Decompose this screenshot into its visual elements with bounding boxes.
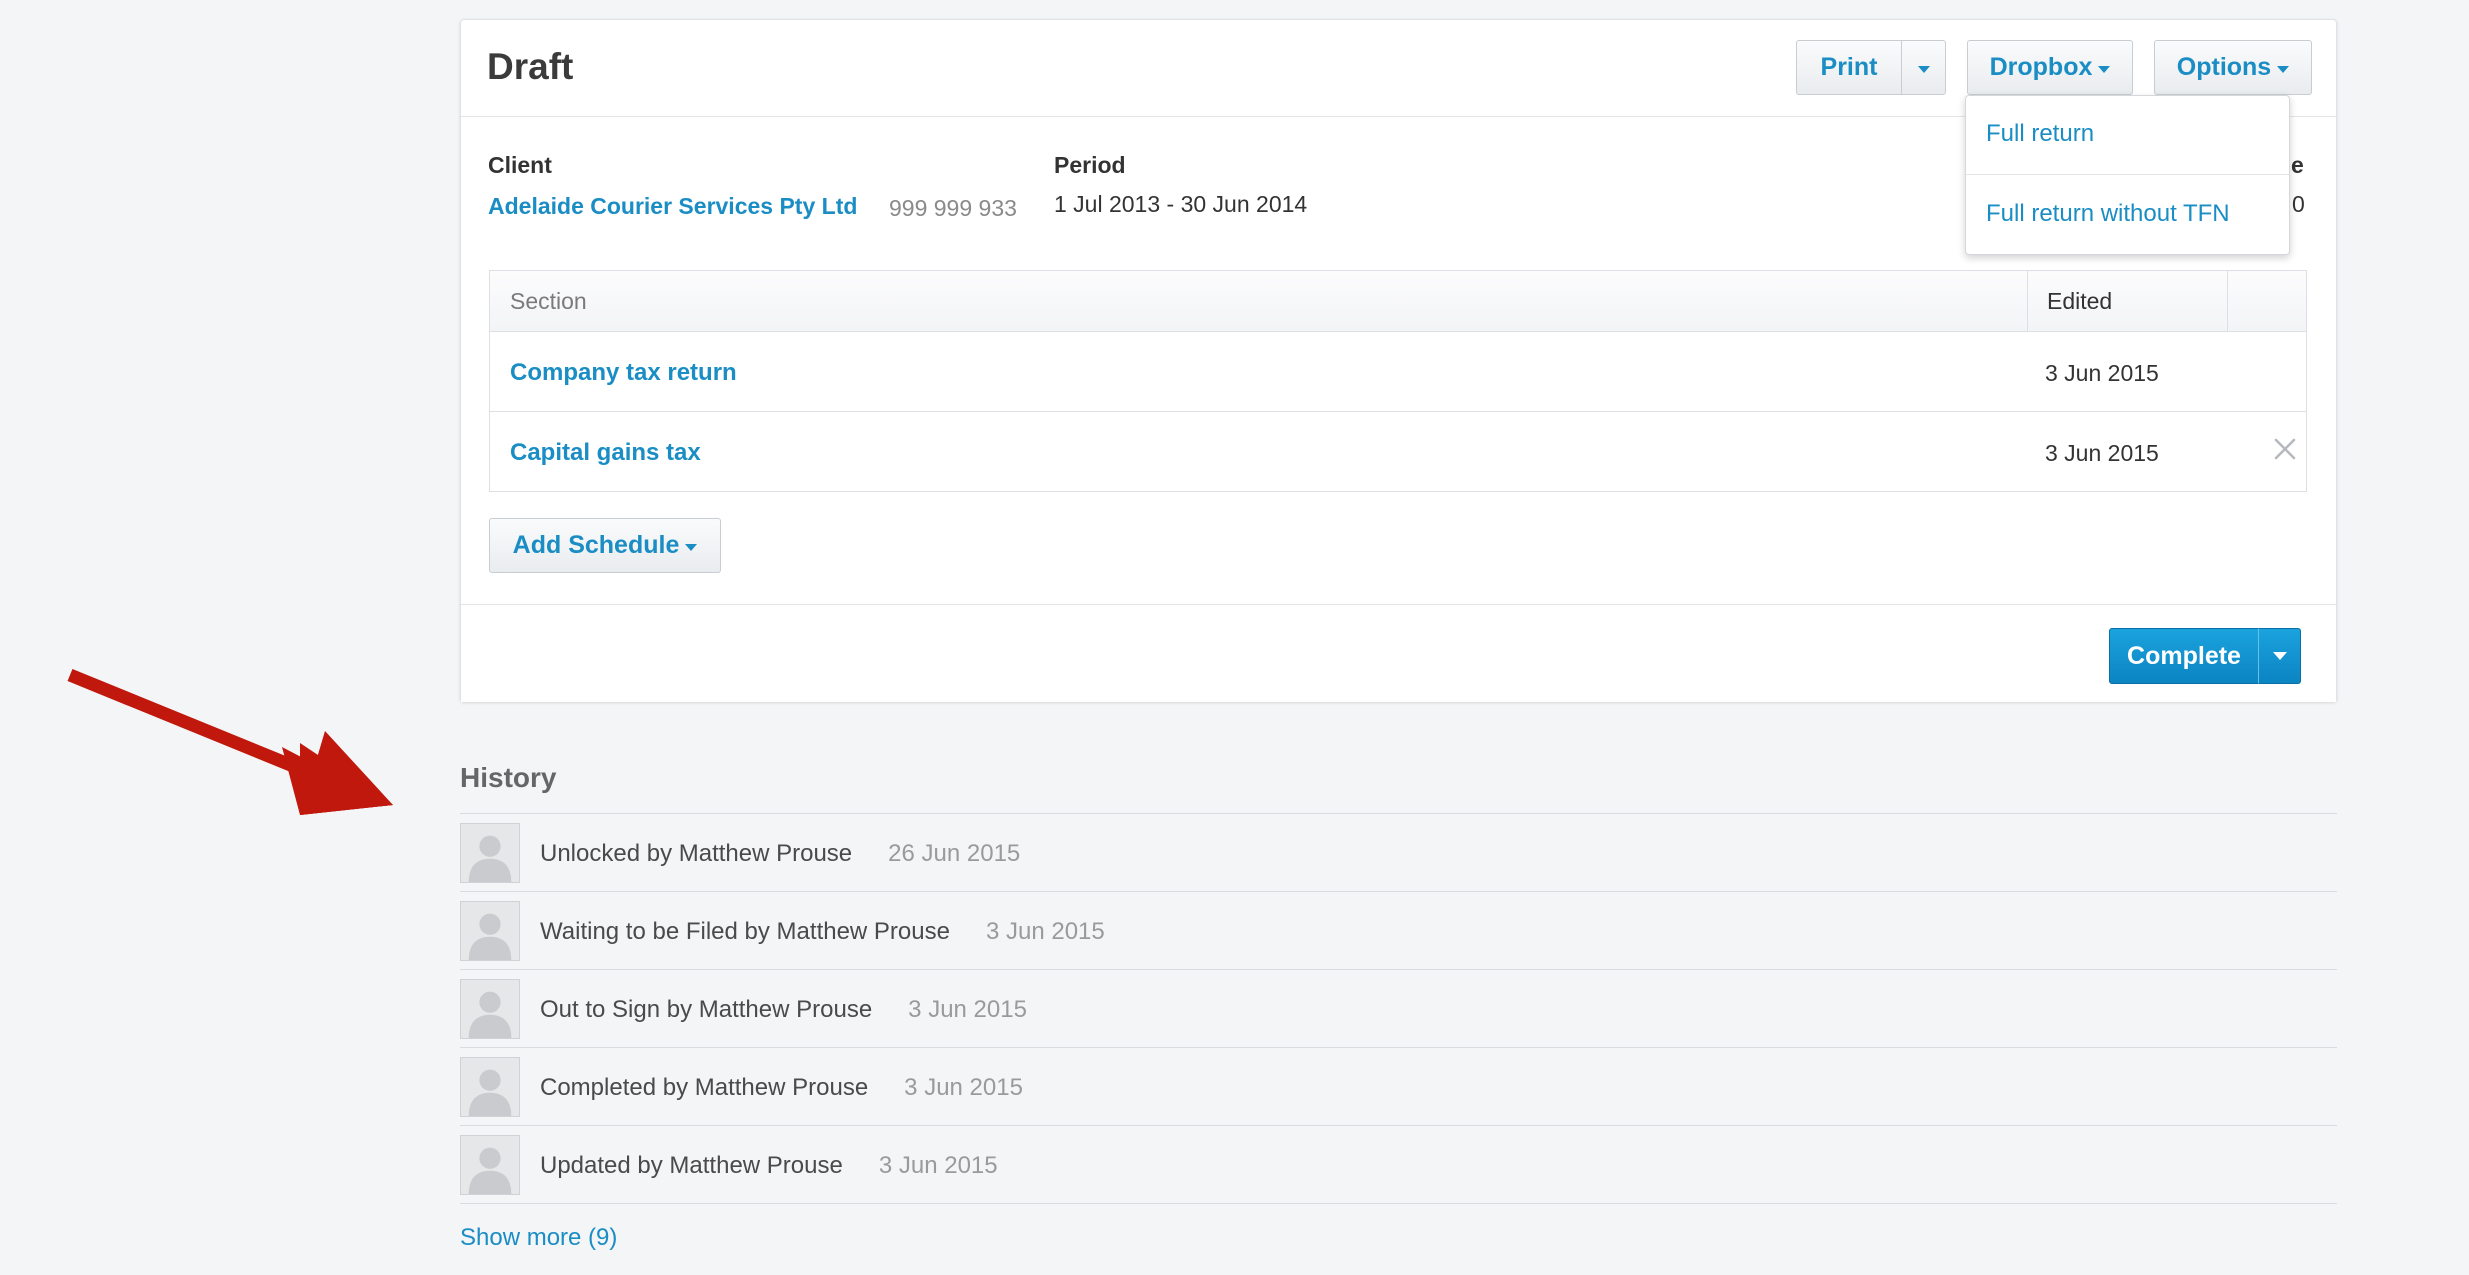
history-action: Updated by Matthew Prouse: [540, 1152, 843, 1179]
dropbox-button-label: Dropbox: [1989, 53, 2093, 81]
avatar-user-icon: [460, 1057, 520, 1117]
card-footer: Complete: [461, 604, 2336, 702]
history-heading: History: [460, 762, 557, 793]
avatar-user-icon: [460, 979, 520, 1039]
history-action: Out to Sign by Matthew Prouse: [540, 996, 873, 1023]
section-link-company-tax-return[interactable]: Company tax return: [510, 359, 737, 387]
options-button[interactable]: Options: [2154, 40, 2312, 95]
history-action: Waiting to be Filed by Matthew Prouse: [540, 918, 950, 945]
list-item: Out to Sign by Matthew Prouse 3 Jun 2015: [460, 970, 2337, 1048]
complete-options-toggle[interactable]: [2258, 628, 2301, 684]
list-item: Completed by Matthew Prouse 3 Jun 2015: [460, 1048, 2337, 1126]
client-label: Client: [488, 152, 552, 178]
client-name-link[interactable]: Adelaide Courier Services Pty Ltd: [488, 193, 857, 220]
history-entry-text: Unlocked by Matthew Prouse 26 Jun 2015: [540, 840, 1020, 868]
edited-column-header: Edited: [2047, 288, 2113, 314]
list-item: Waiting to be Filed by Matthew Prouse 3 J…: [460, 892, 2337, 970]
add-schedule-button[interactable]: Add Schedule: [489, 518, 721, 573]
add-schedule-label: Add Schedule: [512, 531, 680, 559]
chevron-down-icon: [2277, 66, 2290, 73]
table-header-row: Section Edited: [490, 271, 2306, 331]
section-link-capital-gains-tax[interactable]: Capital gains tax: [510, 439, 701, 467]
history-date: 3 Jun 2015: [908, 996, 1027, 1023]
history-date: 3 Jun 2015: [878, 1152, 998, 1179]
list-item: Unlocked by Matthew Prouse 26 Jun 2015: [460, 814, 2337, 892]
close-icon[interactable]: [2270, 434, 2300, 464]
avatar-user-icon: [460, 823, 520, 883]
print-button[interactable]: Print: [1796, 40, 1902, 95]
complete-button[interactable]: Complete: [2109, 628, 2259, 684]
avatar-user-icon: [460, 901, 520, 961]
table-row: Capital gains tax 3 Jun 2015: [490, 411, 2306, 491]
show-more-link[interactable]: Show more (9): [460, 1224, 617, 1252]
chevron-down-icon: [1917, 66, 1930, 73]
obscured-field-label: e: [2291, 152, 2304, 178]
menu-item-full-return[interactable]: Full return: [1986, 120, 2094, 148]
avatar-user-icon: [460, 1135, 520, 1195]
history-date: 3 Jun 2015: [985, 918, 1105, 945]
menu-divider: [1966, 174, 2289, 175]
chevron-down-icon: [2098, 66, 2111, 73]
history-entry-text: Completed by Matthew Prouse 3 Jun 2015: [540, 1074, 1023, 1102]
annotation-arrow-icon: [67, 668, 393, 815]
history-date: 26 Jun 2015: [888, 840, 1021, 867]
menu-item-full-return-without-tfn[interactable]: Full return without TFN: [1986, 200, 2230, 228]
dropbox-button[interactable]: Dropbox: [1967, 40, 2133, 95]
print-options-toggle[interactable]: [1901, 40, 1946, 95]
history-entry-text: Out to Sign by Matthew Prouse 3 Jun 2015: [540, 996, 1027, 1024]
obscured-field-value: 0: [2292, 191, 2305, 217]
history-entry-text: Updated by Matthew Prouse 3 Jun 2015: [540, 1152, 998, 1180]
history-list: Unlocked by Matthew Prouse 26 Jun 2015 Wa…: [460, 813, 2337, 1204]
history-entry-text: Waiting to be Filed by Matthew Prouse 3 J…: [540, 918, 1105, 946]
section-edited-date: 3 Jun 2015: [2045, 360, 2159, 386]
client-abn: 999 999 933: [889, 195, 1017, 221]
page-title: Draft: [487, 46, 574, 87]
section-column-header: Section: [510, 288, 587, 314]
chevron-down-icon: [2272, 652, 2287, 660]
column-divider: [2227, 271, 2228, 331]
list-item: Updated by Matthew Prouse 3 Jun 2015: [460, 1126, 2337, 1204]
history-action: Completed by Matthew Prouse: [540, 1074, 869, 1101]
section-edited-date: 3 Jun 2015: [2045, 440, 2159, 466]
table-row: Company tax return 3 Jun 2015: [490, 331, 2306, 411]
dropbox-dropdown-menu: Full return Full return without TFN: [1965, 95, 2290, 255]
complete-button-label: Complete: [2127, 641, 2241, 670]
options-button-label: Options: [2176, 53, 2272, 81]
period-label: Period: [1054, 152, 1126, 178]
column-divider: [2027, 271, 2028, 331]
period-value: 1 Jul 2013 - 30 Jun 2014: [1054, 191, 1308, 217]
chevron-down-icon: [685, 544, 698, 551]
sections-table: Section Edited Company tax return 3 Jun …: [489, 270, 2307, 492]
print-button-label: Print: [1820, 53, 1878, 81]
history-action: Unlocked by Matthew Prouse: [540, 840, 853, 867]
history-date: 3 Jun 2015: [904, 1074, 1023, 1101]
